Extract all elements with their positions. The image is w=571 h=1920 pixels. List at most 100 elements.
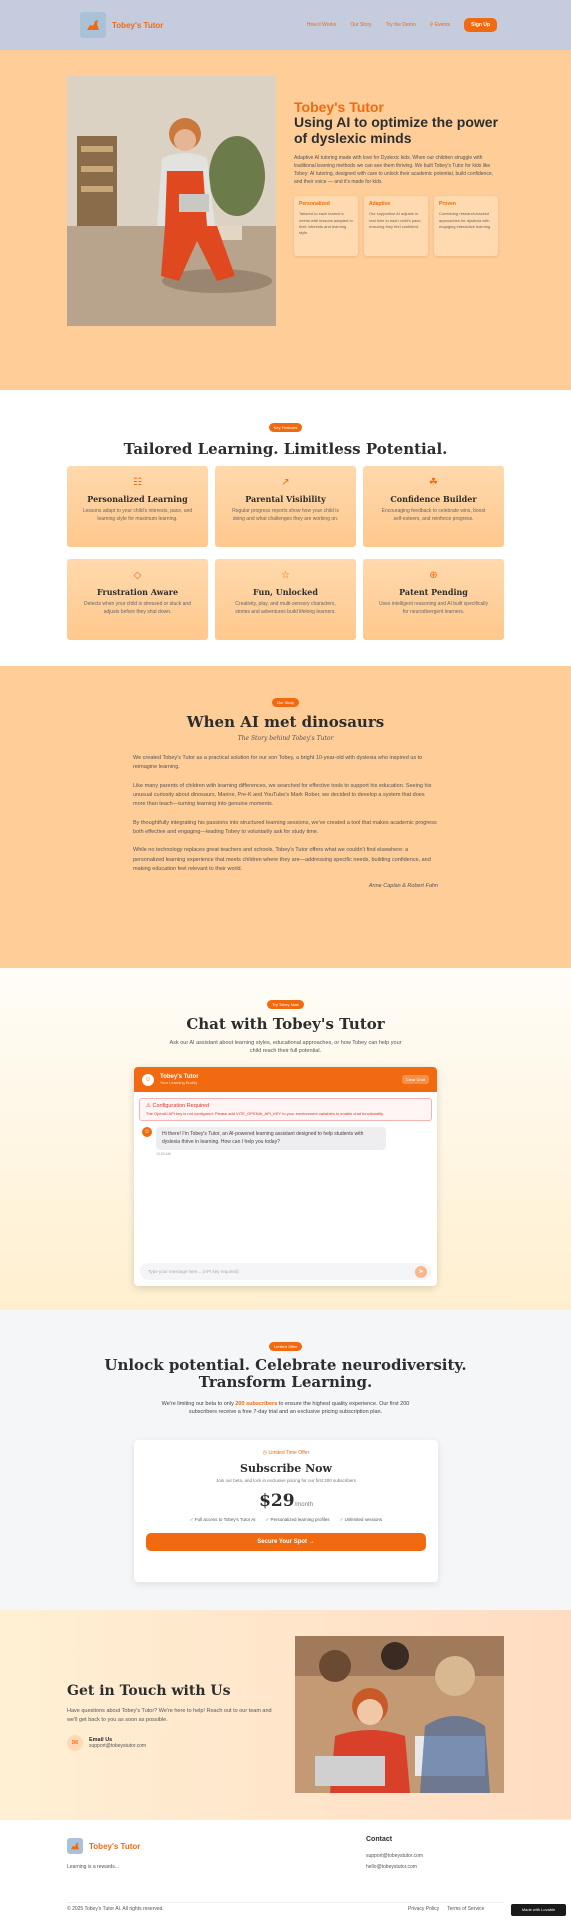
dinosaur-logo-icon — [80, 12, 106, 38]
chat-section: Try Tobey Now Chat with Tobey's Tutor As… — [0, 968, 571, 1310]
plan-period: /month — [294, 1502, 313, 1508]
book-icon: ☷ — [133, 477, 142, 488]
story-title: When AI met dinosaurs — [186, 713, 385, 731]
robot-icon: ☺ — [142, 1073, 154, 1086]
feature-desc: Regular progress reports show how your c… — [232, 508, 339, 522]
pricing-card: ◷ Limited Time Offer Subscribe Now Join … — [134, 1440, 438, 1582]
limited-offer-badge: ◷ Limited Time Offer — [262, 1450, 310, 1456]
clear-chat-button[interactable]: Clear Chat — [401, 1075, 429, 1084]
nav-link-demo[interactable]: Try the Demo — [386, 22, 416, 28]
chat-header-subtitle: Your Learning Buddy — [160, 1080, 198, 1085]
footer-contact-title: Contact — [366, 1836, 393, 1843]
pricing-title: Unlock potential. Celebrate neurodiversi… — [104, 1356, 467, 1392]
hero-card-desc: Our supportive AI adjusts in real time t… — [369, 211, 422, 229]
top-nav: Tobey's Tutor How it Works Our Story Try… — [0, 0, 571, 50]
config-error-title: ⚠ Configuration Required — [146, 1103, 210, 1109]
pricing-desc-pre: We're limiting our beta to only — [161, 1400, 236, 1407]
check-icon: ✓ — [265, 1517, 270, 1522]
nav-link-how-it-works[interactable]: How it Works — [307, 22, 336, 28]
plan-price: $29 — [259, 1491, 295, 1511]
footer-divider — [67, 1902, 504, 1903]
bot-message: Hi there! I'm Tobey's Tutor, an AI-power… — [156, 1127, 386, 1150]
chat-input-bar: Type your message here... (API key requi… — [140, 1263, 431, 1280]
features-pill: Key Features — [268, 423, 303, 432]
site-footer: Tobey's Tutor Learning is a rewards... C… — [0, 1819, 571, 1920]
hero-section: Tobey's Tutor Using AI to optimize the p… — [0, 50, 571, 390]
brand-name: Tobey's Tutor — [112, 20, 164, 30]
nav-link-our-story[interactable]: Our Story — [350, 22, 371, 28]
signup-button[interactable]: Sign Up — [464, 18, 497, 32]
story-paragraph: While no technology replaces great teach… — [133, 847, 431, 873]
story-subtitle: The Story behind Tobey's Tutor — [237, 735, 334, 742]
brand-logo[interactable]: Tobey's Tutor — [80, 12, 163, 38]
hero-photo — [67, 76, 276, 326]
feature-desc: Lessons adapt to your child's interests,… — [82, 508, 193, 522]
made-with-badge[interactable]: Made with Lovable — [511, 1904, 566, 1916]
students-photo — [295, 1636, 504, 1793]
shield-icon: ◇ — [133, 570, 142, 581]
limited-offer-badge-text: Limited Time Offer — [268, 1450, 310, 1456]
hero-subtitle: Using AI to optimize the power of dyslex… — [294, 114, 499, 146]
chat-widget: ☺ Tobey's Tutor Your Learning Buddy Clea… — [134, 1067, 437, 1286]
nav-link-events-label: Events — [434, 22, 451, 28]
check-icon: ✓ — [339, 1517, 344, 1522]
perk-item: ✓ Full access to Tobey's Tutor AI — [190, 1517, 256, 1523]
nav-link-events[interactable]: ⚲ Events — [430, 22, 450, 28]
contact-section: Get in Touch with Us Have questions abou… — [0, 1610, 571, 1819]
email-link[interactable]: support@tobeystutor.com — [89, 1743, 146, 1749]
pricing-description: We're limiting our beta to only 200 subs… — [151, 1400, 421, 1418]
feature-title: Personalized Learning — [87, 494, 188, 504]
story-paragraph: By thoughtfully integrating his passions… — [133, 819, 437, 836]
feature-card-patent: ⊕ Patent Pending Uses intelligent reason… — [363, 559, 504, 640]
hero-card-adaptive: Adaptive Our supportive AI adjusts in re… — [364, 196, 428, 257]
message-time: 10:00 AM — [156, 1152, 171, 1156]
bot-message-row: ☺ Hi there! I'm Tobey's Tutor, an AI-pow… — [142, 1127, 429, 1156]
feature-card-fun: ☆ Fun, Unlocked Creativity, play, and mu… — [215, 559, 356, 640]
feature-card-frustration: ◇ Frustration Aware Detects when your ch… — [67, 559, 208, 640]
bot-avatar-icon: ☺ — [142, 1127, 152, 1137]
terms-link[interactable]: Terms of Service — [447, 1906, 484, 1912]
feature-title: Confidence Builder — [390, 494, 477, 504]
privacy-link[interactable]: Privacy Policy — [408, 1906, 439, 1912]
contact-description: Have questions about Tobey's Tutor? We'r… — [67, 1708, 272, 1723]
footer-brand[interactable]: Tobey's Tutor — [67, 1838, 140, 1854]
lightbulb-icon: ☆ — [281, 570, 290, 581]
chat-input[interactable]: Type your message here... (API key requi… — [148, 1269, 239, 1274]
mail-icon: ✉ — [67, 1734, 83, 1751]
copyright: © 2025 Tobey's Tutor AI. All rights rese… — [67, 1906, 164, 1912]
story-signature: Anne Caplan & Robert Fahn — [368, 883, 438, 890]
features-section: Key Features Tailored Learning. Limitles… — [0, 390, 571, 666]
config-error-title-text: Configuration Required — [152, 1103, 210, 1109]
dinosaur-logo-icon — [67, 1838, 83, 1854]
story-pill: Our Story — [271, 698, 300, 707]
features-title: Tailored Learning. Limitless Potential. — [123, 440, 448, 458]
hero-description: Adaptive AI tutoring made with love for … — [294, 155, 494, 186]
hero-card-personalized: Personalized Tailored to each learner's … — [294, 196, 358, 257]
config-error-alert: ⚠ Configuration Required The OpenAI API … — [139, 1098, 432, 1121]
pricing-section: Limited Offer Unlock potential. Celebrat… — [0, 1310, 571, 1610]
perk-text: Personalized learning profiles — [270, 1517, 330, 1522]
send-button[interactable]: ➤ — [415, 1265, 427, 1278]
hero-title: Tobey's Tutor — [294, 99, 384, 115]
feature-title: Fun, Unlocked — [252, 587, 318, 597]
hero-card-title: Adaptive — [369, 201, 391, 208]
hero-card-desc: Tailored to each learner's needs with le… — [299, 211, 353, 236]
chat-pill: Try Tobey Now — [267, 1000, 304, 1009]
footer-contact-email[interactable]: hello@tobeystutor.com — [366, 1864, 423, 1870]
story-section: Our Story When AI met dinosaurs The Stor… — [0, 666, 571, 968]
feature-desc: Detects when your child is stressed or s… — [84, 601, 191, 615]
config-error-message: The OpenAI API key is not configured. Pl… — [146, 1111, 384, 1116]
hero-card-title: Proven — [439, 201, 456, 208]
story-paragraph: Like many parents of children with learn… — [133, 782, 432, 808]
chart-icon: ↗ — [281, 477, 290, 488]
plan-title: Subscribe Now — [240, 1462, 332, 1475]
feature-title: Parental Visibility — [245, 494, 326, 504]
perk-text: Full access to Tobey's Tutor AI — [194, 1517, 256, 1522]
plan-description: Join our beta, and lock in exclusive pri… — [215, 1478, 357, 1483]
perk-text: Unlimited sessions — [344, 1517, 383, 1522]
pricing-pill: Limited Offer — [269, 1342, 302, 1351]
footer-contact-email[interactable]: support@tobeystutor.com — [366, 1853, 423, 1859]
secure-spot-button[interactable]: Secure Your Spot → — [146, 1533, 426, 1551]
feature-card-personalized: ☷ Personalized Learning Lessons adapt to… — [67, 466, 208, 547]
chat-header: ☺ Tobey's Tutor Your Learning Buddy Clea… — [134, 1067, 437, 1092]
